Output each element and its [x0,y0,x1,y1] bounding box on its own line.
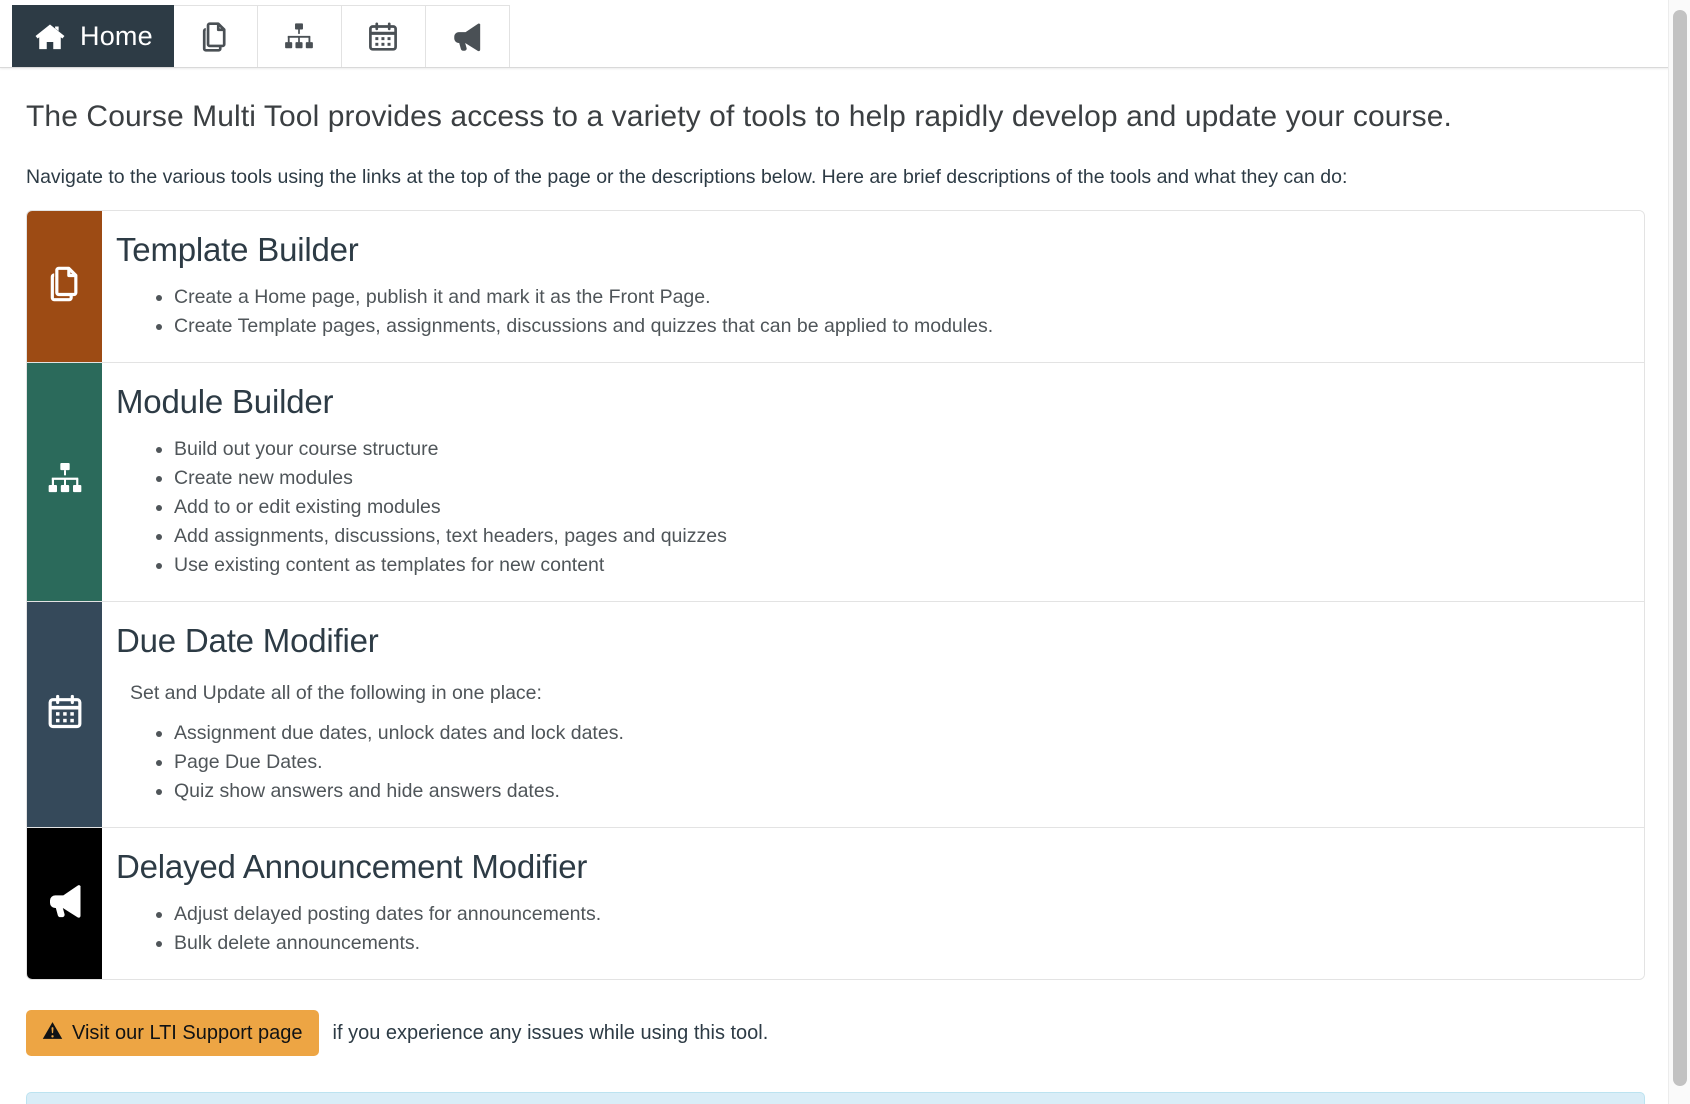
warning-triangle-icon [42,1020,63,1045]
card-body-delayed-announcement-modifier: Delayed Announcement Modifier Adjust del… [102,828,1644,979]
bottom-info-alert [26,1092,1645,1104]
list-item: Page Due Dates. [174,750,1620,776]
copy-pages-icon [45,264,85,309]
tab-home-label: Home [80,21,153,51]
tool-card-due-date-modifier[interactable]: Due Date Modifier Set and Update all of … [27,601,1644,829]
card-body-module-builder: Module Builder Build out your course str… [102,363,1644,601]
copy-pages-icon [198,20,232,54]
card-bullets: Create a Home page, publish it and mark … [116,271,1620,340]
tab-module-builder[interactable] [257,5,342,67]
list-item: Bulk delete announcements. [174,931,1620,957]
page-intro: Navigate to the various tools using the … [26,165,1348,188]
tool-card-list: Template Builder Create a Home page, pub… [26,209,1645,981]
sitemap-icon [45,459,85,504]
sitemap-icon [282,20,316,54]
list-item: Use existing content as templates for ne… [174,553,1620,579]
card-body-due-date-modifier: Due Date Modifier Set and Update all of … [102,602,1644,827]
card-body-template-builder: Template Builder Create a Home page, pub… [102,211,1644,362]
card-stripe-due-date-modifier [27,601,102,828]
card-stripe-template-builder [27,210,102,362]
card-stripe-module-builder [27,362,102,601]
tool-card-template-builder[interactable]: Template Builder Create a Home page, pub… [27,210,1644,363]
tab-home[interactable]: Home [12,5,174,67]
list-item: Quiz show answers and hide answers dates… [174,779,1620,805]
list-item: Add to or edit existing modules [174,495,1620,521]
card-subtitle: Set and Update all of the following in o… [130,681,542,704]
list-item: Build out your course structure [174,437,1620,463]
tab-due-date-modifier[interactable] [341,5,426,67]
list-item: Create a Home page, publish it and mark … [174,285,1620,311]
support-note: if you experience any issues while using… [332,1021,769,1044]
card-title: Due Date Modifier [116,621,379,659]
card-title: Template Builder [116,230,359,268]
page-root: Home The Course Multi Tool provides acce… [0,0,1690,1104]
card-bullets: Assignment due dates, unlock dates and l… [116,707,1620,805]
tab-template-builder[interactable] [173,5,258,67]
list-item: Create new modules [174,466,1620,492]
page-lead: The Course Multi Tool provides access to… [26,100,1452,133]
tool-card-module-builder[interactable]: Module Builder Build out your course str… [27,362,1644,602]
card-bullets: Build out your course structure Create n… [116,423,1620,579]
page-content: The Course Multi Tool provides access to… [0,68,1690,1057]
lti-support-button-label: Visit our LTI Support page [72,1021,303,1044]
calendar-icon [45,692,85,737]
page-scrollbar-thumb[interactable] [1673,10,1687,1086]
calendar-icon [366,20,400,54]
list-item: Adjust delayed posting dates for announc… [174,902,1620,928]
home-icon [33,20,67,54]
tab-delayed-announcement-modifier[interactable] [425,5,510,67]
page-scrollbar[interactable] [1668,0,1690,1104]
card-bullets: Adjust delayed posting dates for announc… [116,888,1620,957]
list-item: Create Template pages, assignments, disc… [174,314,1620,340]
megaphone-icon [450,20,484,54]
lti-support-button[interactable]: Visit our LTI Support page [26,1010,319,1057]
card-title: Delayed Announcement Modifier [116,848,588,886]
list-item: Assignment due dates, unlock dates and l… [174,721,1620,747]
card-title: Module Builder [116,382,334,420]
support-row: Visit our LTI Support page if you experi… [26,980,1664,1057]
megaphone-icon [45,881,85,926]
tool-navbar: Home [0,0,1690,68]
tool-card-delayed-announcement-modifier[interactable]: Delayed Announcement Modifier Adjust del… [27,828,1644,980]
card-stripe-delayed-announcement-modifier [27,828,102,980]
list-item: Add assignments, discussions, text heade… [174,524,1620,550]
